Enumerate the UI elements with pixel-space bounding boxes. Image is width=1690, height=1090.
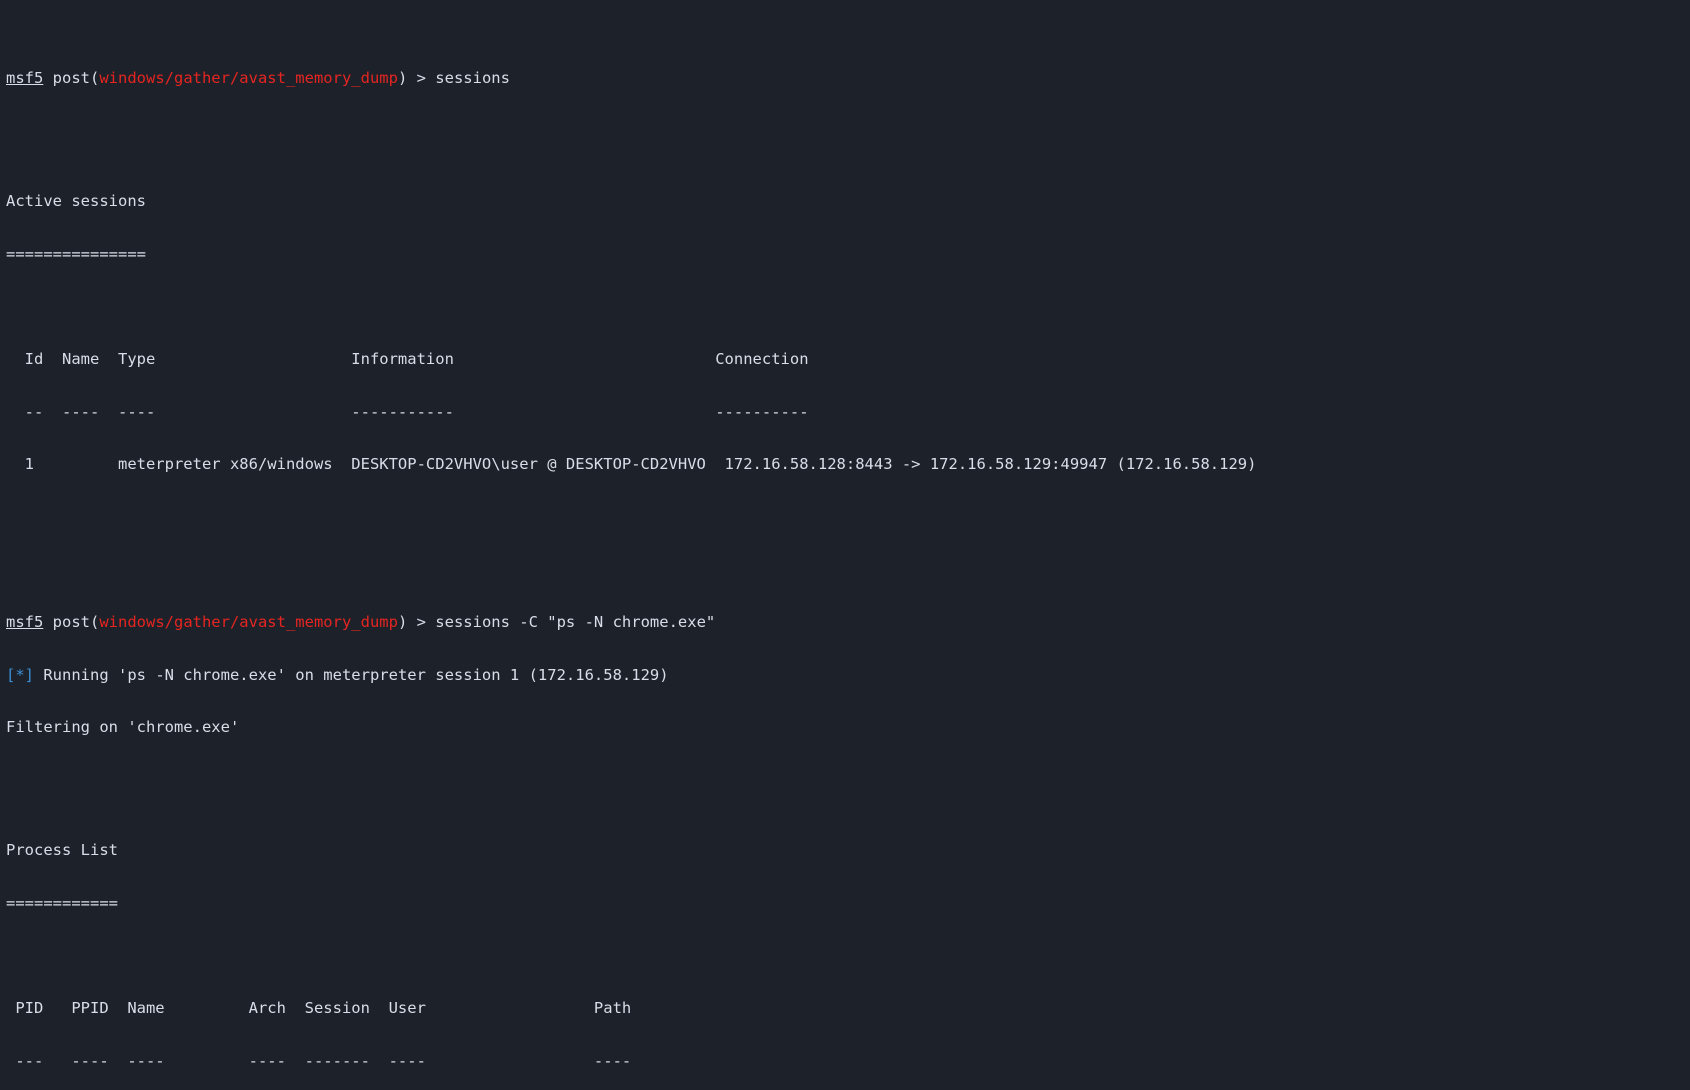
- command-sessions-c: sessions -C "ps -N chrome.exe": [435, 613, 716, 632]
- prompt-line-sessions-c: msf5 post(windows/gather/avast_memory_du…: [6, 613, 1690, 632]
- active-sessions-underline: ===============: [6, 244, 146, 263]
- prompt-context-suffix: ) >: [397, 69, 436, 88]
- process-list-title: Process List: [6, 841, 118, 860]
- process-table-header-rules: --- ---- ---- ---- ------- ---- ----: [6, 1051, 632, 1070]
- command-sessions: sessions: [435, 69, 510, 88]
- prompt-host: msf5: [6, 613, 44, 632]
- prompt-line-sessions: msf5 post(windows/gather/avast_memory_du…: [6, 69, 1690, 88]
- sessions-table-headers: Id Name Type Information Connection: [6, 349, 809, 368]
- prompt-host: msf5: [6, 69, 44, 88]
- prompt-context-suffix: ) >: [397, 613, 436, 632]
- sessions-table-row: 1 meterpreter x86/windows DESKTOP-CD2VHV…: [6, 455, 1257, 474]
- running-status-line: [*] Running 'ps -N chrome.exe' on meterp…: [6, 665, 1690, 685]
- prompt-context-prefix: post(: [43, 69, 100, 88]
- filtering-status-line: Filtering on 'chrome.exe': [6, 718, 240, 737]
- running-status-text: Running 'ps -N chrome.exe' on meterprete…: [34, 665, 669, 684]
- prompt-module-name: windows/gather/avast_memory_dump: [99, 613, 398, 632]
- process-list-underline: ============: [6, 893, 118, 912]
- prompt-module-name: windows/gather/avast_memory_dump: [99, 69, 398, 88]
- prompt-context-prefix: post(: [43, 613, 100, 632]
- terminal-window[interactable]: msf5 post(windows/gather/avast_memory_du…: [0, 0, 1690, 1090]
- sessions-table-header-rules: -- ---- ---- ----------- ----------: [6, 402, 809, 421]
- info-marker: [*]: [6, 665, 34, 684]
- active-sessions-title: Active sessions: [6, 192, 146, 211]
- process-table-headers: PID PPID Name Arch Session User Path: [6, 999, 632, 1018]
